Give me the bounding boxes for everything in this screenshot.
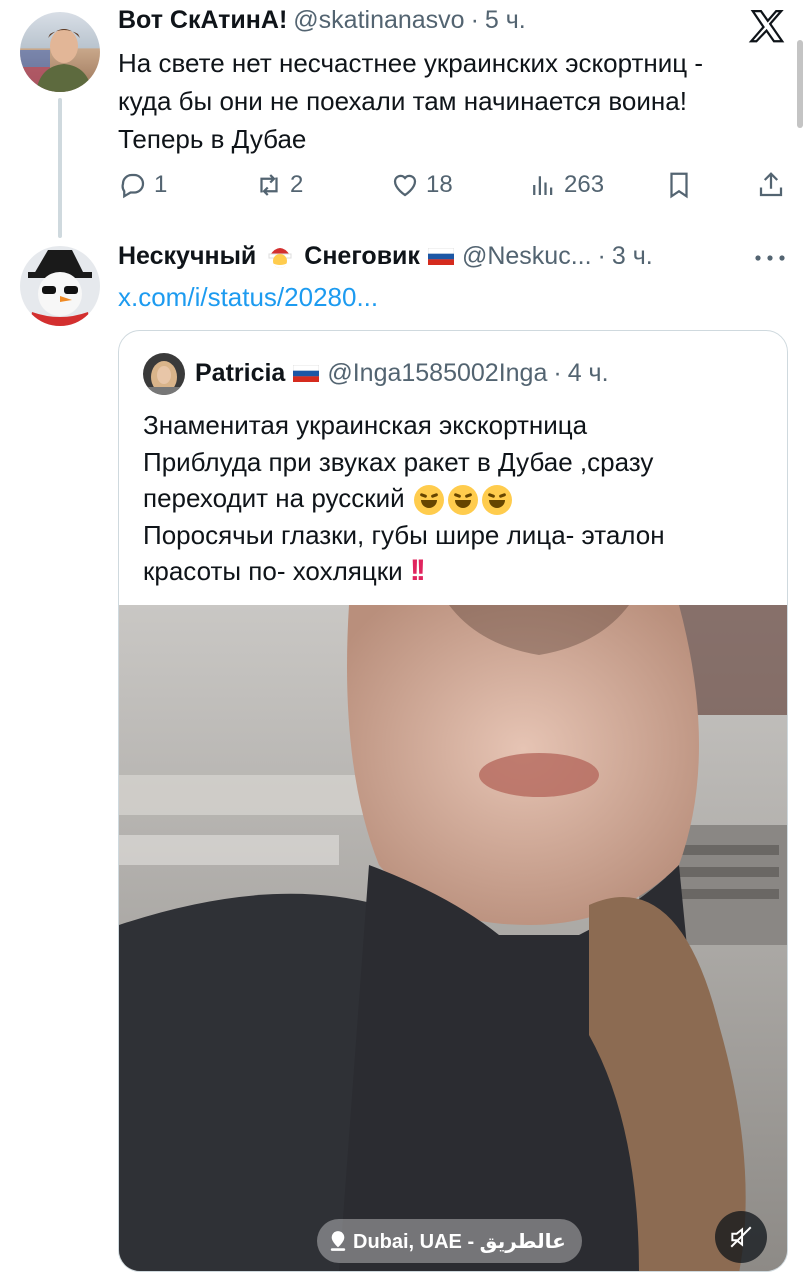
handle[interactable]: @Neskuc...: [462, 242, 592, 271]
santa-emoji-icon: [266, 243, 294, 271]
tweet-header: Нескучный Снеговик @Neskuc... · 3 ч.: [118, 242, 653, 271]
repost-button[interactable]: 2: [254, 170, 303, 200]
views-icon: [533, 176, 553, 195]
quote-text: Знаменитая украинская экскортница Приблу…: [143, 407, 783, 590]
thread-line: [58, 98, 62, 238]
views-button[interactable]: 263: [528, 170, 604, 200]
double-exclamation-icon: !!: [409, 554, 426, 587]
repost-count: 2: [290, 171, 304, 198]
video-player[interactable]: Dubai, UAE - عالطريق: [119, 605, 787, 1271]
text-line: Поросячьи глазки, губы шире лица- эталон: [143, 519, 665, 550]
rofl-emoji-icon: [413, 485, 444, 516]
reply-icon: [121, 173, 145, 199]
share-button[interactable]: [756, 170, 786, 200]
avatar[interactable]: [143, 353, 185, 395]
russia-flag-icon: [293, 365, 320, 382]
x-logo-icon[interactable]: [748, 8, 786, 46]
rofl-emoji-icon: [447, 485, 478, 516]
text-line: Приблуда при звуках ракет в Дубае ,сразу: [143, 446, 654, 477]
bookmark-button[interactable]: [664, 170, 694, 200]
location-badge: Dubai, UAE - عالطريق: [317, 1219, 582, 1263]
russia-flag-icon: [427, 248, 454, 265]
reply-button[interactable]: 1: [118, 170, 167, 200]
text-line: На свете нет несчастнее украинских эскор…: [118, 48, 704, 78]
timestamp[interactable]: 4 ч.: [568, 359, 609, 388]
tweet-header: Patricia @Inga1585002Inga · 4 ч.: [195, 359, 609, 388]
like-count: 18: [426, 171, 453, 198]
text-line-with-emoji: переходит на русский: [143, 480, 783, 517]
display-name[interactable]: Снеговик: [304, 242, 420, 271]
video-frame-image: [119, 605, 787, 1271]
status-link[interactable]: x.com/i/status/20280...: [118, 282, 378, 313]
tweet-header: Вот СкАтинА! @skatinanasvo · 5 ч.: [118, 6, 526, 35]
mute-button[interactable]: [715, 1211, 767, 1263]
handle[interactable]: @skatinanasvo: [293, 6, 464, 35]
repost-icon: [260, 174, 278, 196]
muted-speaker-icon: [730, 1226, 752, 1248]
share-icon: [759, 172, 783, 197]
reply-count: 1: [154, 171, 168, 198]
display-name[interactable]: Вот СкАтинА!: [118, 6, 287, 35]
handle[interactable]: @Inga1585002Inga: [327, 359, 547, 388]
views-count: 263: [564, 171, 605, 198]
display-name[interactable]: Patricia: [195, 359, 285, 388]
separator: ·: [597, 242, 606, 270]
rofl-emoji-icon: [481, 485, 512, 516]
timestamp[interactable]: 5 ч.: [485, 6, 526, 35]
map-pin-icon: [330, 1231, 346, 1251]
like-button[interactable]: 18: [390, 170, 453, 200]
quoted-tweet[interactable]: Patricia @Inga1585002Inga · 4 ч. Знамени…: [118, 330, 788, 1272]
separator: ·: [553, 359, 562, 387]
tweet-text: На свете нет несчастнее украинских эскор…: [118, 44, 798, 158]
text-line-with-emoji: красоты по- хохляцки !!: [143, 553, 783, 590]
avatar[interactable]: [20, 12, 100, 92]
text-line: переходит на русский: [143, 483, 405, 513]
bookmark-icon: [670, 172, 688, 199]
text-line: куда бы они не поехали там начинается во…: [118, 86, 687, 116]
avatar[interactable]: [20, 246, 100, 326]
location-label: Dubai, UAE - عالطريق: [353, 1230, 566, 1253]
heart-icon: [393, 174, 417, 197]
text-line: Теперь в Дубае: [118, 124, 307, 154]
separator: ·: [470, 6, 479, 34]
text-line: красоты по- хохляцки: [143, 556, 403, 586]
more-options-icon[interactable]: [752, 248, 788, 268]
display-name[interactable]: Нескучный: [118, 242, 256, 271]
text-line: Знаменитая украинская экскортница: [143, 410, 588, 440]
timestamp[interactable]: 3 ч.: [612, 242, 653, 271]
